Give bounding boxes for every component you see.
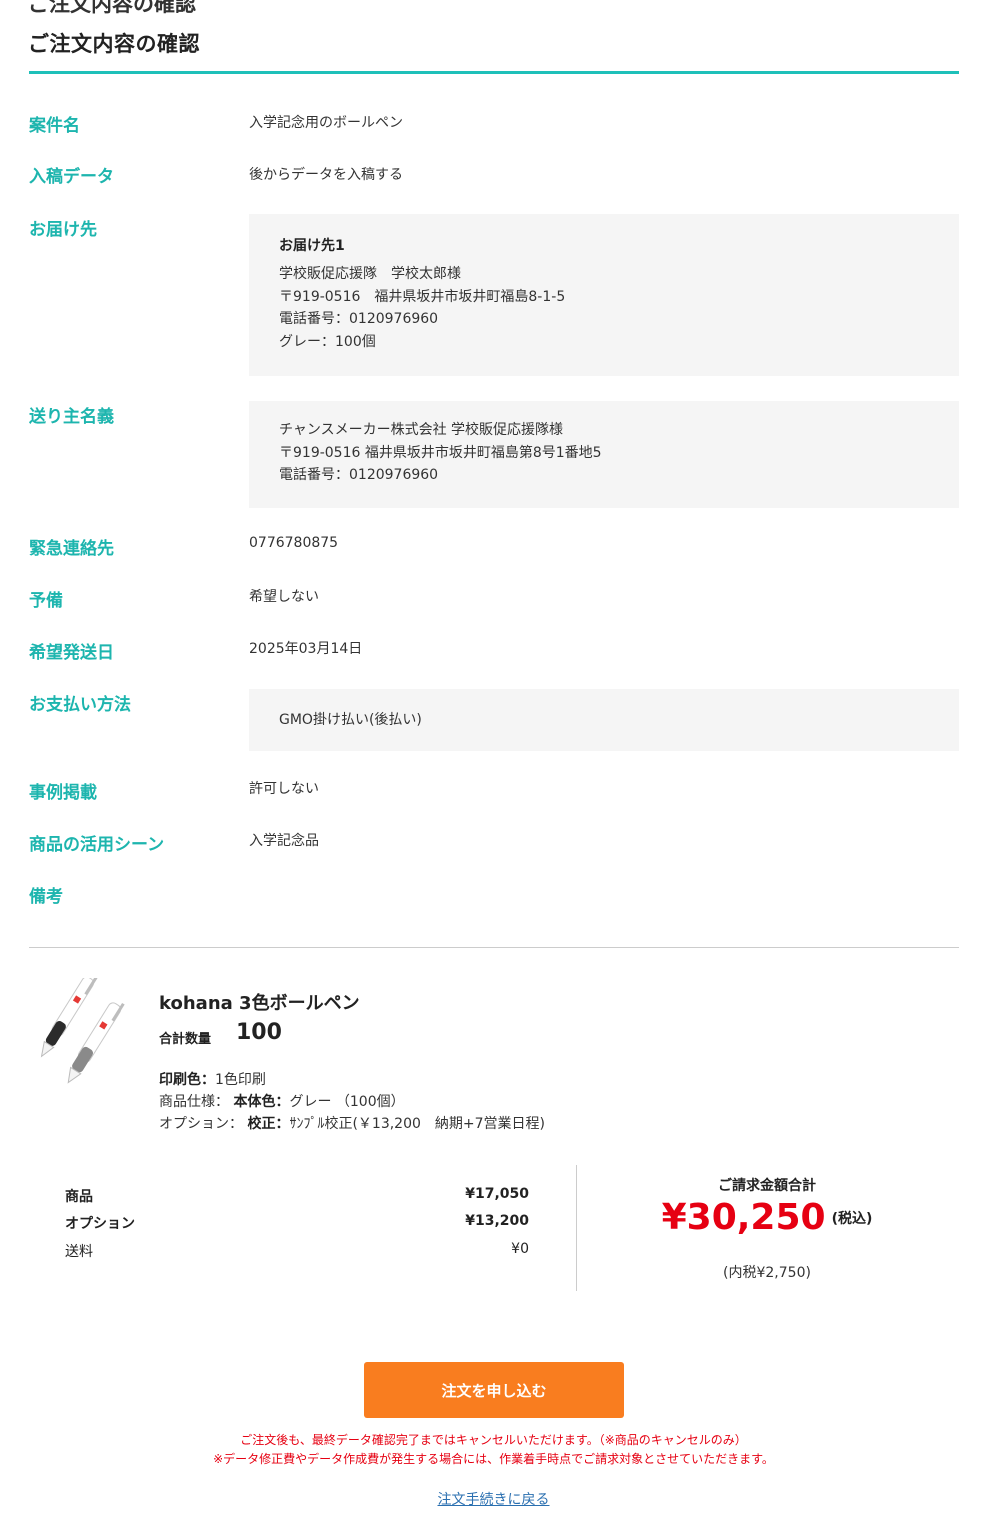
payment-box: GMO掛け払い(後払い) bbox=[249, 689, 959, 751]
product-name: kohana 3色ボールペン bbox=[159, 993, 360, 1014]
proof-value: ｻﾝﾌﾟﾙ校正(￥13,200 納期+7営業日程) bbox=[289, 1116, 546, 1132]
sender-line: 電話番号：0120976960 bbox=[279, 467, 439, 483]
total-amount-value: ¥30,250 bbox=[661, 1197, 826, 1238]
page-title: ご注文内容の確認 bbox=[28, 32, 200, 56]
ship-date-label: 希望発送日 bbox=[29, 643, 114, 663]
shipping-price-value: ¥0 bbox=[511, 1241, 529, 1257]
tax-included-label: (税込) bbox=[831, 1210, 873, 1227]
delivery-box: お届け先1 学校販促応援隊 学校太郎様 〒919-0516 福井県坂井市坂井町福… bbox=[249, 214, 959, 376]
option-spec-label: オプション： bbox=[159, 1116, 243, 1132]
section-divider bbox=[29, 947, 959, 948]
usage-scene-value: 入学記念品 bbox=[249, 833, 319, 849]
spare-value: 希望しない bbox=[249, 589, 319, 605]
tax-note: (内税¥2,750) bbox=[723, 1265, 811, 1281]
back-to-order-link[interactable]: 注文手続きに戻る bbox=[438, 1492, 550, 1508]
print-color-label: 印刷色： bbox=[159, 1072, 215, 1088]
sender-line: 〒919-0516 福井県坂井市坂井町福島第8号1番地5 bbox=[279, 444, 602, 461]
ship-date-value: 2025年03月14日 bbox=[249, 641, 363, 657]
submission-value: 後からデータを入稿する bbox=[249, 167, 403, 183]
scrolled-header-title: ご注文内容の確認 bbox=[28, 0, 196, 16]
price-divider bbox=[576, 1165, 577, 1291]
total-amount-label: ご請求金額合計 bbox=[718, 1178, 816, 1194]
total-amount-line: ¥30,250 (税込) bbox=[600, 1197, 934, 1238]
case-study-value: 許可しない bbox=[249, 781, 319, 797]
emergency-contact-label: 緊急連絡先 bbox=[29, 539, 114, 559]
delivery-line: 〒919-0516 福井県坂井市坂井町福島8-1-5 bbox=[279, 288, 566, 305]
project-name-label: 案件名 bbox=[29, 116, 80, 136]
case-study-label: 事例掲載 bbox=[29, 783, 97, 803]
spec-label: 商品仕様： bbox=[159, 1094, 229, 1110]
project-name-value: 入学記念用のボールペン bbox=[249, 115, 403, 131]
title-underline bbox=[29, 71, 959, 74]
product-image bbox=[40, 978, 125, 1084]
goods-price-value: ¥17,050 bbox=[465, 1186, 529, 1202]
sender-label: 送り主名義 bbox=[29, 407, 114, 427]
delivery-line: 電話番号：0120976960 bbox=[279, 311, 439, 327]
print-color-spec: 印刷色：1色印刷 bbox=[159, 1069, 266, 1089]
product-spec: 商品仕様： 本体色：グレー （100個） bbox=[159, 1091, 405, 1111]
total-quantity-label: 合計数量 bbox=[159, 1032, 212, 1047]
print-color-value: 1色印刷 bbox=[215, 1072, 266, 1088]
cancel-notice: ご注文後も、最終データ確認完了まではキャンセルいただけます。（※商品のキャンセル… bbox=[240, 1433, 747, 1447]
total-quantity-value: 100 bbox=[236, 1020, 282, 1045]
option-price-label: オプション bbox=[65, 1216, 135, 1232]
body-color-label: 本体色： bbox=[233, 1094, 290, 1110]
delivery-line: 学校販促応援隊 学校太郎様 bbox=[279, 266, 461, 282]
sender-box: チャンスメーカー株式会社 学校販促応援隊様 〒919-0516 福井県坂井市坂井… bbox=[249, 401, 959, 508]
proof-label: 校正： bbox=[247, 1116, 290, 1132]
payment-label: お支払い方法 bbox=[29, 695, 131, 715]
body-color-value: グレー （100個） bbox=[289, 1094, 405, 1110]
remarks-label: 備考 bbox=[29, 887, 63, 907]
spare-label: 予備 bbox=[29, 591, 63, 611]
submission-label: 入稿データ bbox=[29, 167, 114, 187]
fee-notice: ※データ修正費やデータ作成費が発生する場合には、作業着手時点でご請求対象とさせて… bbox=[213, 1452, 774, 1466]
delivery-label: お届け先 bbox=[29, 220, 97, 240]
delivery-heading: お届け先1 bbox=[279, 238, 345, 254]
shipping-price-label: 送料 bbox=[65, 1244, 93, 1260]
back-link-wrapper: 注文手続きに戻る bbox=[0, 1489, 987, 1509]
payment-value: GMO掛け払い(後払い) bbox=[279, 712, 422, 728]
goods-price-label: 商品 bbox=[65, 1189, 93, 1205]
emergency-contact-value: 0776780875 bbox=[249, 535, 339, 551]
submit-order-button[interactable]: 注文を申し込む bbox=[364, 1362, 624, 1418]
sender-line: チャンスメーカー株式会社 学校販促応援隊様 bbox=[279, 422, 564, 438]
usage-scene-label: 商品の活用シーン bbox=[29, 835, 165, 855]
delivery-line: グレー：100個 bbox=[279, 333, 376, 350]
option-spec: オプション： 校正：ｻﾝﾌﾟﾙ校正(￥13,200 納期+7営業日程) bbox=[159, 1113, 545, 1133]
option-price-value: ¥13,200 bbox=[465, 1213, 529, 1229]
